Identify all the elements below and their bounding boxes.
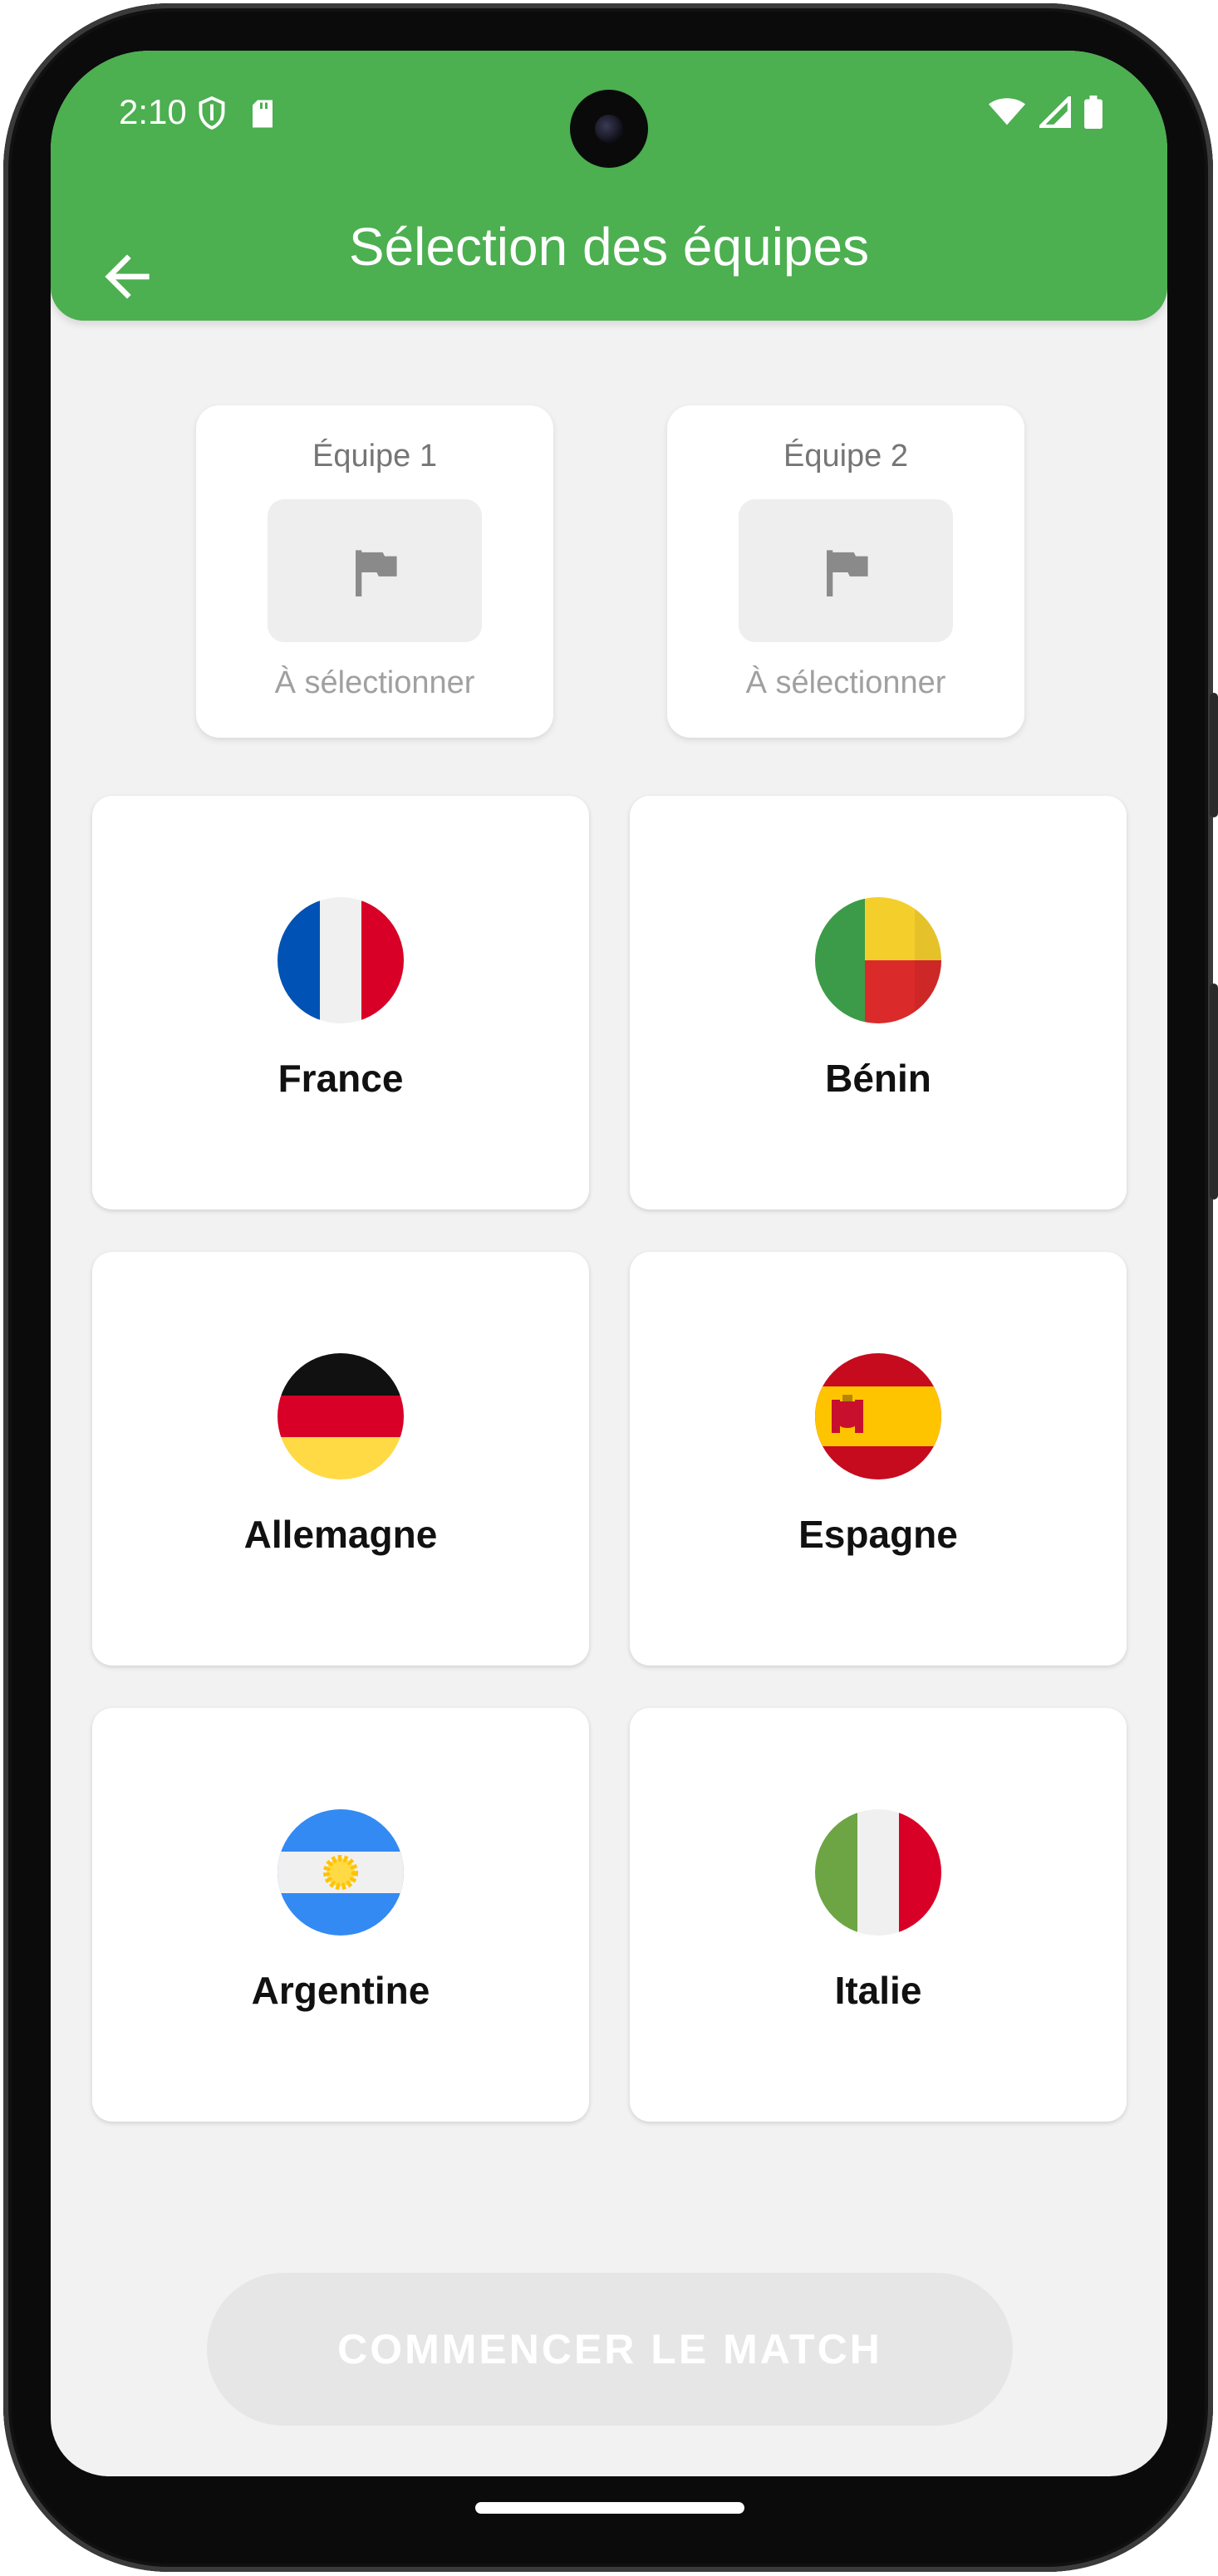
team-slot-1[interactable]: Équipe 1 À sélectionner (196, 405, 553, 738)
battery-icon (1084, 96, 1103, 133)
italy-flag-icon (815, 1809, 941, 1936)
team-name: France (277, 1057, 404, 1100)
team-card-allemagne[interactable]: Allemagne (92, 1252, 589, 1666)
slot-status: À sélectionner (274, 665, 475, 700)
team-name: Allemagne (243, 1513, 438, 1556)
app-bar: 2:10 Sélection des équipes (51, 51, 1167, 321)
slot-flag-placeholder (268, 499, 482, 642)
team-card-argentine[interactable]: Argentine (92, 1708, 589, 2122)
app-screen: 2:10 Sélection des équipes Équipe 1 À sé… (51, 51, 1167, 2476)
team-name: Bénin (825, 1057, 931, 1100)
wifi-icon (988, 97, 1026, 131)
team-card-italie[interactable]: Italie (630, 1708, 1127, 2122)
flag-icon (356, 550, 397, 596)
sd-card-icon (250, 99, 275, 133)
shield-icon (197, 96, 227, 135)
team-name: Argentine (251, 1969, 430, 2012)
phone-frame: 2:10 Sélection des équipes Équipe 1 À sé… (3, 3, 1218, 2572)
team-card-benin[interactable]: Bénin (630, 796, 1127, 1209)
front-camera (570, 90, 648, 168)
argentina-flag-icon (277, 1809, 404, 1936)
benin-flag-icon (815, 897, 941, 1023)
slot-label: Équipe 2 (783, 439, 908, 473)
spain-flag-icon (815, 1353, 941, 1479)
status-time: 2:10 (119, 92, 187, 131)
page-title: Sélection des équipes (348, 217, 870, 277)
france-flag-icon (277, 897, 404, 1023)
volume-button (1210, 693, 1218, 817)
power-button (1210, 984, 1218, 1200)
status-icons (988, 93, 1103, 133)
flag-icon (827, 550, 868, 596)
signal-icon (1036, 93, 1072, 132)
slot-status: À sélectionner (745, 665, 946, 700)
team-slot-2[interactable]: Équipe 2 À sélectionner (667, 405, 1024, 738)
slot-flag-placeholder (739, 499, 953, 642)
team-card-france[interactable]: France (92, 796, 589, 1209)
team-card-espagne[interactable]: Espagne (630, 1252, 1127, 1666)
team-name: Italie (834, 1969, 922, 2012)
slot-label: Équipe 1 (312, 439, 437, 473)
home-indicator[interactable] (475, 2502, 744, 2514)
team-name: Espagne (798, 1513, 958, 1556)
start-match-button[interactable]: COMMENCER LE MATCH (207, 2273, 1013, 2426)
germany-flag-icon (277, 1353, 404, 1479)
